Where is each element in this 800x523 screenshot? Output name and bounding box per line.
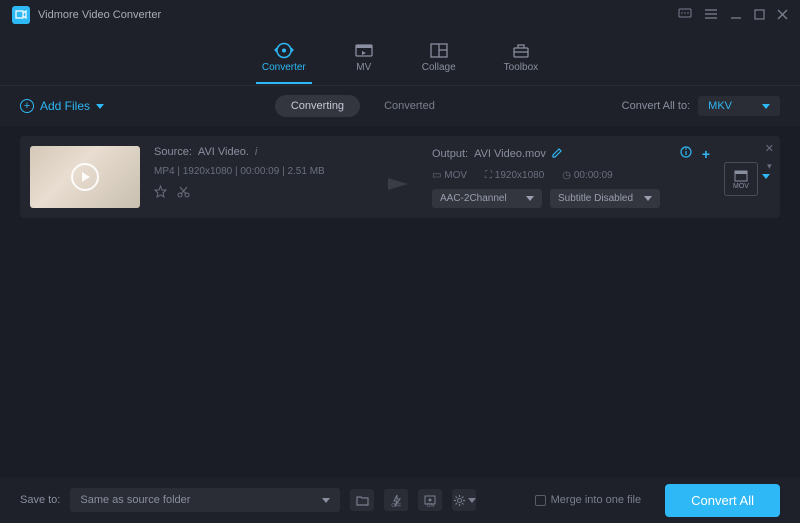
open-folder-button[interactable] [350, 489, 374, 511]
convert-all-button[interactable]: Convert All [665, 484, 780, 517]
out-res: 1920x1080 [495, 170, 545, 181]
add-files-button[interactable]: + Add Files [20, 99, 104, 113]
tab-converting[interactable]: Converting [275, 95, 360, 117]
format-badge-label: MOV [733, 183, 749, 190]
play-icon [71, 163, 99, 191]
add-files-label: Add Files [40, 99, 90, 113]
remove-item-icon[interactable]: ✕ [765, 142, 774, 155]
duration-icon: ◷ 00:00:09 [562, 170, 612, 181]
footer-bar: Save to: Same as source folder OFF ON Me… [0, 477, 800, 523]
tab-converted[interactable]: Converted [368, 95, 451, 117]
row-actions: ✕ ▾ [765, 142, 774, 172]
meta-res: 1920x1080 [183, 166, 233, 177]
output-format-select[interactable]: MKV [698, 96, 780, 116]
audio-select[interactable]: AAC-2Channel [432, 189, 542, 208]
mv-icon [354, 42, 374, 59]
subtitle-select[interactable]: Subtitle Disabled [550, 189, 660, 208]
chevron-down-icon [644, 196, 652, 201]
nav-label: Converter [262, 62, 306, 73]
format-value: MKV [708, 100, 732, 112]
minimize-icon[interactable] [730, 8, 742, 23]
output-info: Output: AVI Video.mov + ▭ MOV ⛶ 1920x108… [432, 146, 710, 208]
settings-button[interactable] [452, 489, 476, 511]
chevron-down-icon [96, 104, 104, 109]
high-speed-button[interactable]: ON [418, 489, 442, 511]
effects-icon[interactable] [154, 185, 167, 201]
output-selects: AAC-2Channel Subtitle Disabled [432, 189, 710, 208]
chevron-down-icon [468, 498, 476, 503]
toolbar: + Add Files Converting Converted Convert… [0, 86, 800, 126]
cut-icon[interactable] [177, 185, 190, 201]
meta-size: 2.51 MB [287, 166, 324, 177]
out-duration: 00:00:09 [574, 170, 613, 181]
nav-mv[interactable]: MV [354, 42, 374, 73]
meta-duration: 00:00:09 [240, 166, 279, 177]
chevron-down-icon [762, 104, 770, 109]
nav-label: Toolbox [504, 62, 538, 73]
merge-checkbox[interactable]: Merge into one file [535, 494, 642, 506]
app-title: Vidmore Video Converter [38, 9, 678, 21]
add-output-icon[interactable]: + [702, 146, 710, 162]
save-path-select[interactable]: Same as source folder [70, 488, 340, 512]
video-thumbnail[interactable] [30, 146, 140, 208]
file-item: Source: AVI Video. i MP4 | 1920x1080 | 0… [20, 136, 780, 218]
hardware-accel-button[interactable]: OFF [384, 489, 408, 511]
main-nav: Converter MV Collage Toolbox [0, 30, 800, 86]
edit-tools [154, 185, 374, 201]
output-format-box[interactable]: MOV [724, 162, 758, 196]
nav-toolbox[interactable]: Toolbox [504, 42, 538, 73]
output-line: Output: AVI Video.mov + [432, 146, 710, 162]
output-label: Output: [432, 148, 468, 160]
file-list: Source: AVI Video. i MP4 | 1920x1080 | 0… [0, 126, 800, 456]
toolbox-icon [511, 42, 531, 59]
menu-icon[interactable] [704, 8, 718, 23]
nav-label: Collage [422, 62, 456, 73]
audio-value: AAC-2Channel [440, 193, 507, 204]
titlebar-controls [678, 8, 788, 23]
convert-all-label: Convert All to: [622, 100, 690, 112]
source-meta: MP4 | 1920x1080 | 00:00:09 | 2.51 MB [154, 166, 374, 177]
subtitle-value: Subtitle Disabled [558, 193, 633, 204]
output-filename: AVI Video.mov [474, 148, 546, 160]
chevron-down-icon [526, 196, 534, 201]
close-icon[interactable] [777, 8, 788, 23]
resolution-icon: ⛶ 1920x1080 [485, 170, 544, 181]
merge-label: Merge into one file [551, 494, 642, 506]
source-filename: AVI Video. [198, 146, 249, 158]
source-label: Source: [154, 146, 192, 158]
app-logo-icon [12, 6, 30, 24]
nav-label: MV [356, 62, 371, 73]
container-icon: ▭ MOV [432, 170, 467, 181]
output-actions: + [680, 146, 710, 162]
move-down-icon[interactable]: ▾ [767, 161, 772, 172]
chevron-down-icon [322, 498, 330, 503]
info-icon[interactable]: i [255, 146, 257, 158]
convert-all-to: Convert All to: MKV [622, 96, 780, 116]
meta-format: MP4 [154, 166, 175, 177]
format-picker: MOV [724, 146, 770, 196]
edit-name-icon[interactable] [552, 147, 563, 161]
nav-converter[interactable]: Converter [262, 42, 306, 73]
nav-collage[interactable]: Collage [422, 42, 456, 73]
feedback-icon[interactable] [678, 8, 692, 23]
out-container: MOV [444, 170, 467, 181]
status-tabs: Converting Converted [104, 95, 622, 117]
save-to-label: Save to: [20, 494, 60, 506]
source-info: Source: AVI Video. i MP4 | 1920x1080 | 0… [154, 146, 374, 201]
arrow-icon [388, 174, 418, 194]
save-path-value: Same as source folder [80, 494, 190, 506]
chevron-down-icon[interactable] [762, 174, 770, 179]
checkbox-icon [535, 495, 546, 506]
output-meta: ▭ MOV ⛶ 1920x1080 ◷ 00:00:09 [432, 170, 710, 181]
file-info-icon[interactable] [680, 146, 692, 162]
converter-icon [274, 42, 294, 59]
collage-icon [429, 42, 449, 59]
titlebar: Vidmore Video Converter [0, 0, 800, 30]
maximize-icon[interactable] [754, 8, 765, 23]
source-line: Source: AVI Video. i [154, 146, 374, 158]
plus-icon: + [20, 99, 34, 113]
